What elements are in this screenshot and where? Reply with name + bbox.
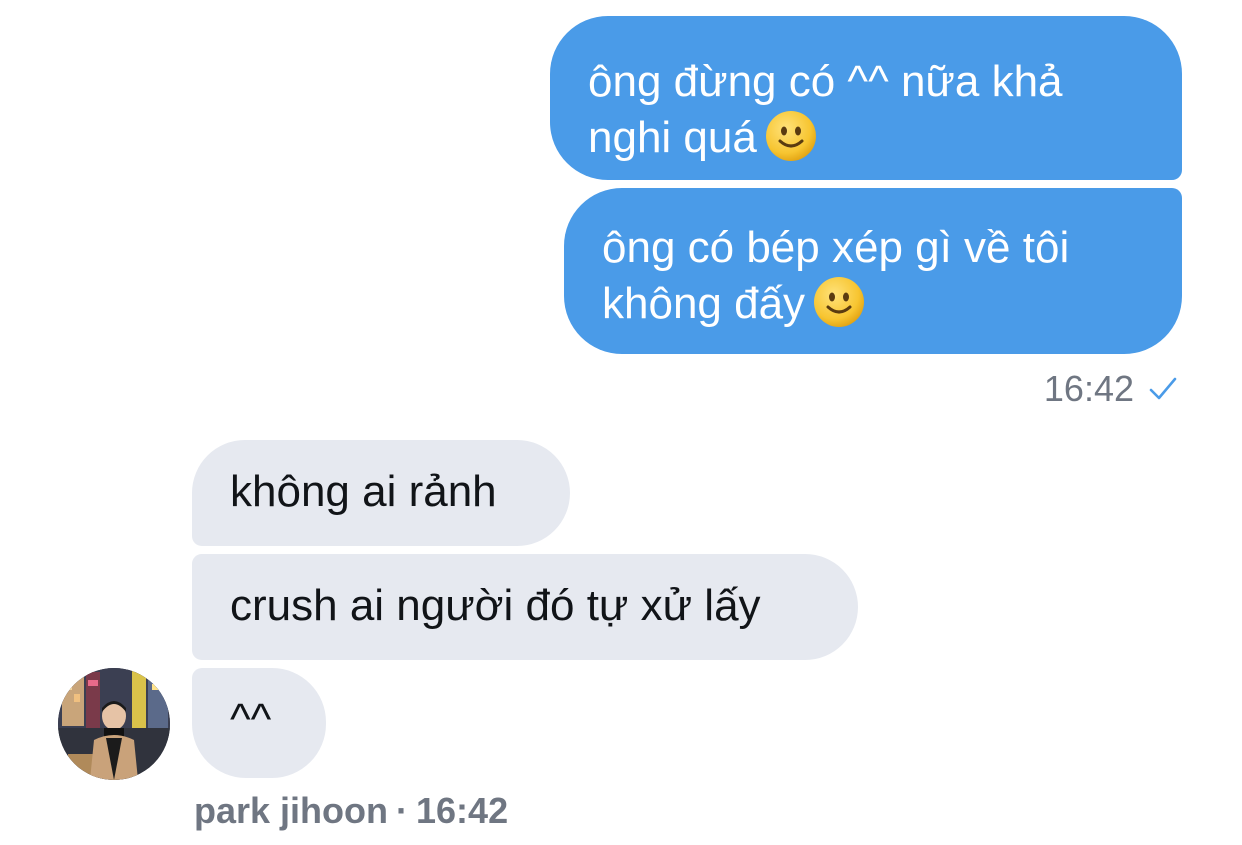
message-text-line: ông có bép xép gì về tôi [602, 223, 1070, 272]
avatar-photo [58, 668, 170, 780]
sent-message-meta: 16:42 [1044, 368, 1178, 410]
avatar[interactable] [58, 668, 170, 780]
message-text: crush ai người đó tự xử lấy [230, 581, 761, 630]
message-text-line: không đấy [602, 276, 1142, 332]
slightly-smiling-face-icon [814, 277, 865, 327]
message-timestamp: 16:42 [1043, 368, 1134, 409]
message-timestamp: 16:42 [416, 790, 509, 831]
sent-message-bubble[interactable]: ông đừng có ^^ nữa khả nghi quá [550, 16, 1182, 180]
received-message-bubble[interactable]: không ai rảnh [192, 440, 570, 546]
sent-message-bubble[interactable]: ông có bép xép gì về tôi không đấy [564, 188, 1182, 354]
message-text-line: ông đừng có ^^ nữa khả [588, 57, 1063, 106]
received-message-meta: park jihoon · 16:42 [194, 790, 508, 832]
checkmark-icon [1149, 377, 1177, 400]
message-text: ^^ [230, 695, 272, 744]
slightly-smiling-face-icon [765, 111, 816, 161]
message-text: không ai rảnh [230, 467, 497, 516]
sender-name[interactable]: park jihoon [194, 790, 388, 831]
meta-separator: · [396, 790, 409, 831]
chat-thread: ông đừng có ^^ nữa khả nghi quá ông có b… [0, 0, 1242, 845]
received-message-bubble[interactable]: ^^ [192, 668, 326, 778]
received-message-bubble[interactable]: crush ai người đó tự xử lấy [192, 554, 858, 660]
message-text-line: nghi quá [588, 110, 1142, 166]
